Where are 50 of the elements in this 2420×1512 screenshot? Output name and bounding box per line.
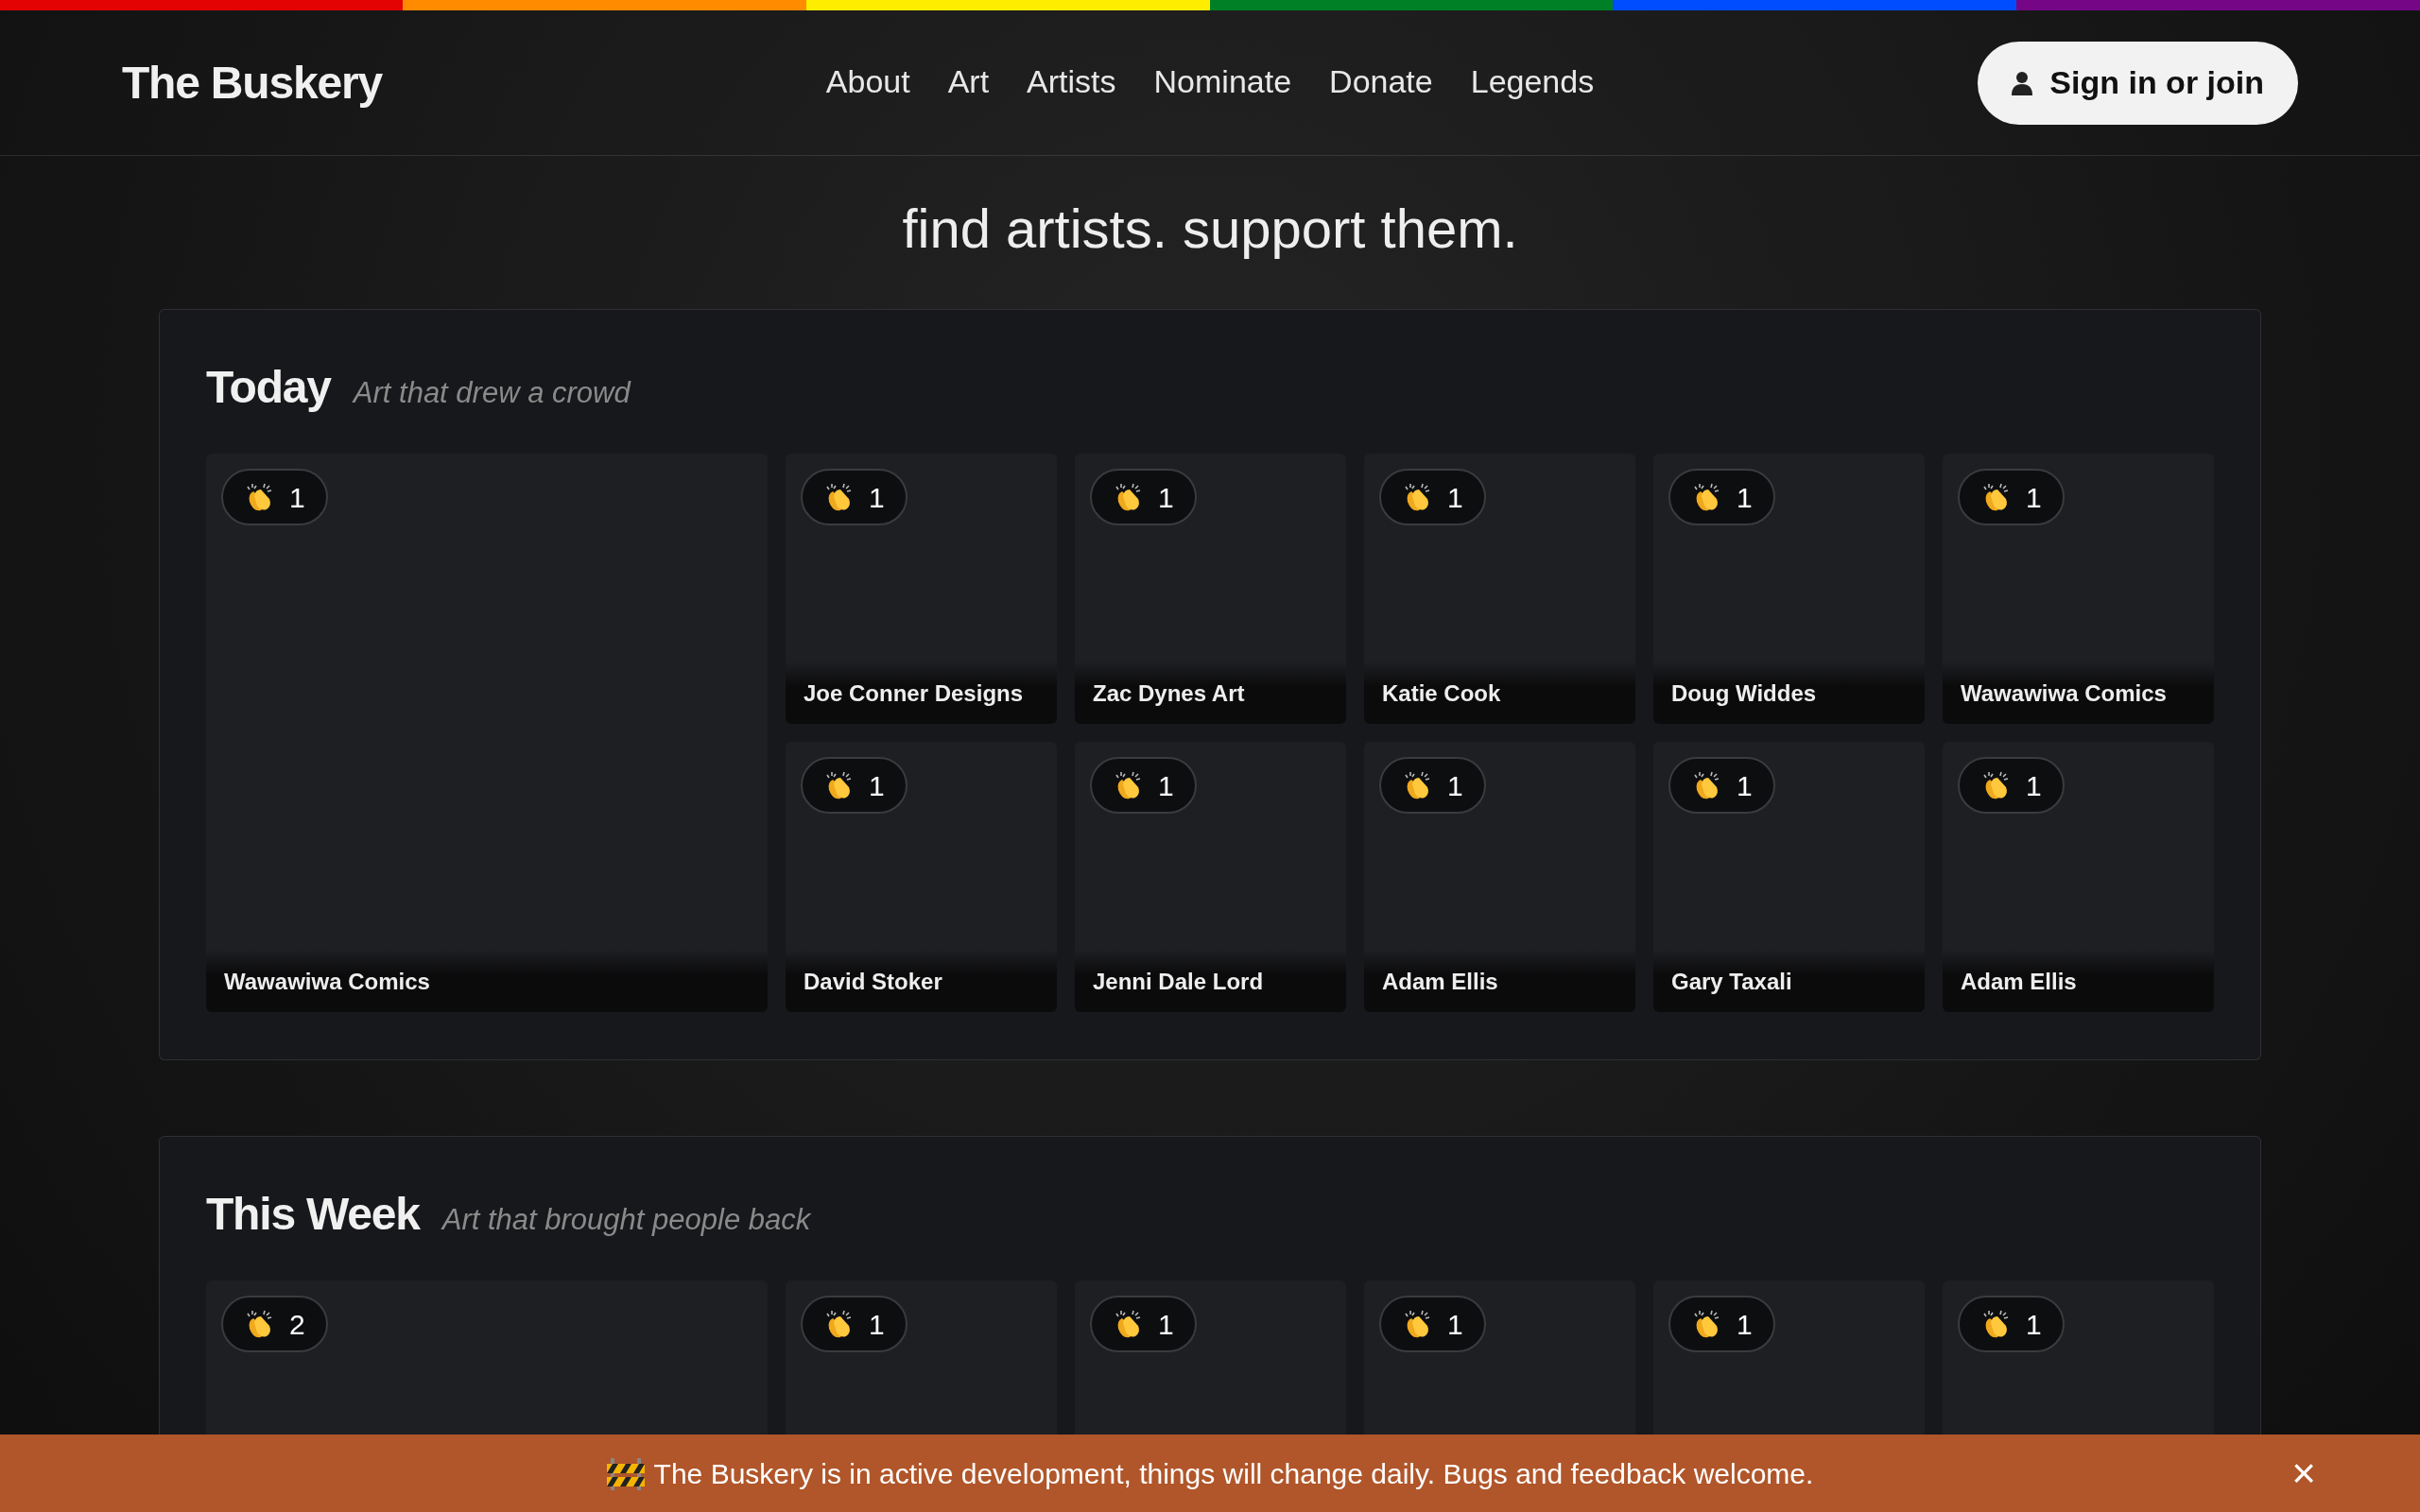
art-tile[interactable]: 1 Joe Conner Designs: [786, 454, 1057, 724]
art-tile[interactable]: 1 Zac Dynes Art: [1075, 454, 1346, 724]
art-tile[interactable]: 1 David Stoker: [786, 742, 1057, 1012]
section-title: This Week: [206, 1188, 420, 1241]
art-tile[interactable]: 2: [206, 1280, 768, 1435]
section-title: Today: [206, 361, 331, 414]
announcement-text: The Buskery is in active development, things will change daily. Bugs and feedback welcome.: [653, 1456, 1814, 1491]
nav-link[interactable]: Donate: [1329, 58, 1433, 106]
art-tile[interactable]: 1 Katie Cook: [1364, 454, 1635, 724]
art-tile[interactable]: 1 Jenni Dale Lord: [1075, 742, 1346, 1012]
close-button[interactable]: ×: [2291, 1452, 2316, 1494]
nav-link[interactable]: Art: [947, 58, 990, 106]
clap-count-badge[interactable]: 1: [1379, 469, 1486, 525]
art-tile[interactable]: 1 Adam Ellis: [1364, 742, 1635, 1012]
clap-count-badge[interactable]: 2: [221, 1296, 328, 1352]
nav-link[interactable]: Nominate: [1153, 58, 1292, 106]
art-tile[interactable]: 1: [1653, 1280, 1925, 1435]
art-tile[interactable]: 1 Adam Ellis: [1943, 742, 2214, 1012]
clap-count-badge[interactable]: 1: [801, 1296, 908, 1352]
clap-count-badge[interactable]: 1: [1090, 1296, 1197, 1352]
nav-link[interactable]: Legends: [1470, 58, 1595, 106]
nav-link[interactable]: About: [825, 58, 910, 106]
nav-link[interactable]: Artists: [1027, 58, 1116, 106]
art-tile[interactable]: 1: [1943, 1280, 2214, 1435]
clap-count-badge[interactable]: 1: [801, 757, 908, 814]
clap-count-badge[interactable]: 1: [1668, 757, 1775, 814]
clap-count-badge[interactable]: 1: [801, 469, 908, 525]
art-tile[interactable]: 1 Gary Taxali: [1653, 742, 1925, 1012]
section-subtitle: Art that brought people back: [441, 1202, 811, 1238]
art-tile[interactable]: 1 Doug Widdes: [1653, 454, 1925, 724]
clap-count-badge[interactable]: 1: [1090, 469, 1197, 525]
clap-count-badge[interactable]: 1: [1958, 757, 2065, 814]
art-tile[interactable]: 1: [1364, 1280, 1635, 1435]
sign-in-button[interactable]: Sign in or join: [1978, 41, 2298, 125]
clap-count-badge[interactable]: 1: [1958, 469, 2065, 525]
clap-count-badge[interactable]: 1: [221, 469, 328, 525]
art-tile[interactable]: 1: [786, 1280, 1057, 1435]
site-logo[interactable]: The Buskery: [122, 48, 382, 117]
art-tile[interactable]: 1: [1075, 1280, 1346, 1435]
construction-barrier-icon: [606, 1456, 645, 1490]
clap-count-badge[interactable]: 1: [1958, 1296, 2065, 1352]
clap-count-badge[interactable]: 1: [1668, 469, 1775, 525]
clap-count-badge[interactable]: 1: [1090, 757, 1197, 814]
art-tile[interactable]: 1 Wawawiwa Comics: [206, 454, 768, 1012]
clap-count-badge[interactable]: 1: [1668, 1296, 1775, 1352]
section-subtitle: Art that drew a crowd: [353, 375, 631, 411]
clap-count-badge[interactable]: 1: [1379, 757, 1486, 814]
clap-count-badge[interactable]: 1: [1379, 1296, 1486, 1352]
art-tile[interactable]: 1 Wawawiwa Comics: [1943, 454, 2214, 724]
user-icon: [2012, 70, 2033, 95]
